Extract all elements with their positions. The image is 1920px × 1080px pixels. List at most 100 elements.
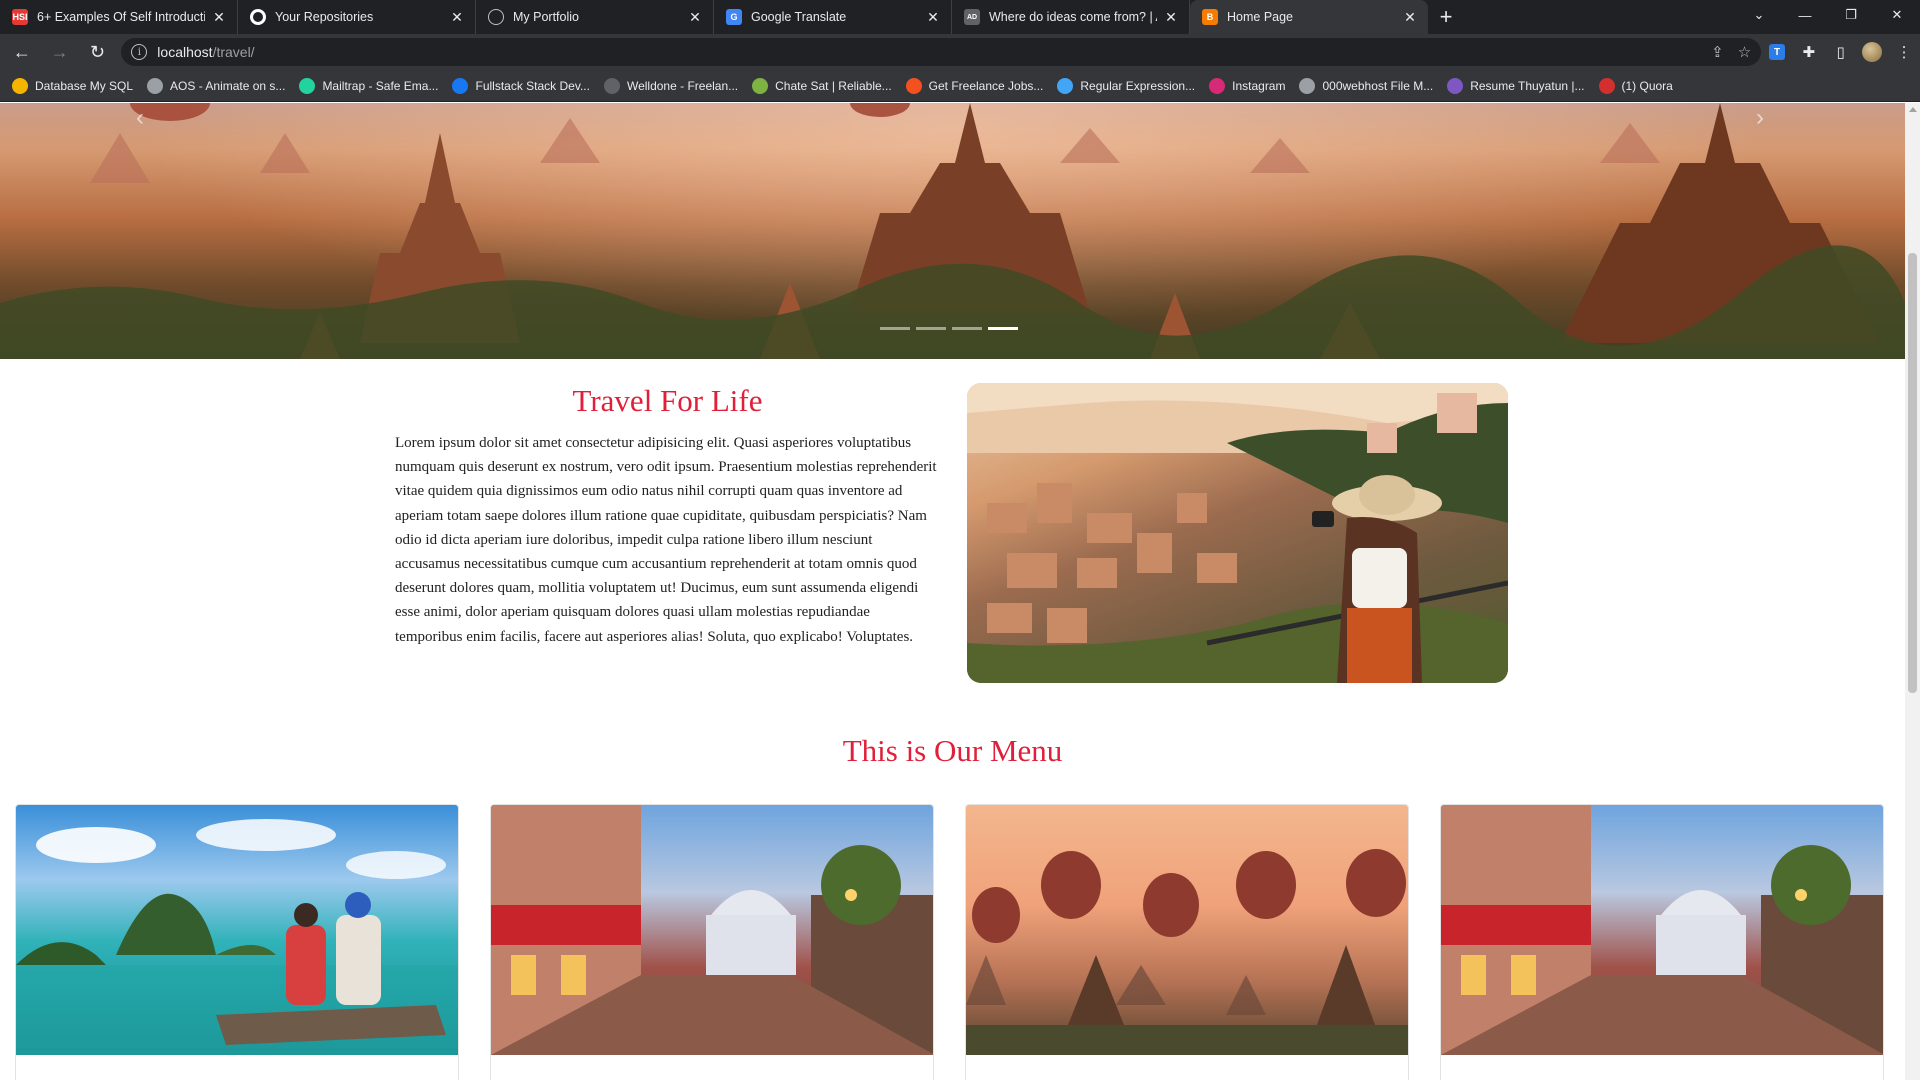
site-info-icon[interactable]: i: [131, 44, 148, 60]
menu-card-image: [491, 805, 933, 1055]
tab-portfolio[interactable]: My Portfolio ✕: [476, 0, 714, 34]
menu-cards: [15, 804, 1890, 1080]
carousel-indicator[interactable]: [916, 327, 946, 330]
bookmark-item[interactable]: Instagram: [1209, 77, 1285, 94]
side-panel-icon[interactable]: ▯: [1825, 36, 1857, 68]
tab-close-icon[interactable]: ✕: [211, 9, 227, 25]
scroll-up-icon[interactable]: [1909, 107, 1917, 112]
bookmark-item[interactable]: (1) Quora: [1598, 77, 1673, 94]
carousel-indicators: [880, 327, 1018, 330]
bookmark-favicon-icon: [1057, 77, 1074, 94]
tab-title: Your Repositories: [275, 10, 374, 24]
globe-icon: [488, 9, 504, 25]
bookmark-favicon-icon: [299, 77, 316, 94]
profile-avatar[interactable]: [1856, 36, 1888, 68]
menu-title: This is Our Menu: [842, 733, 1063, 768]
tab-close-icon[interactable]: ✕: [1163, 9, 1179, 25]
url-host: localhost: [157, 44, 213, 60]
tab-repositories[interactable]: Your Repositories ✕: [238, 0, 476, 34]
blogger-icon: B: [1202, 9, 1218, 25]
bookmark-label: Get Freelance Jobs...: [928, 78, 1044, 93]
about-section: Travel For Life Lorem ipsum dolor sit am…: [395, 383, 940, 649]
carousel-prev-button[interactable]: ‹: [120, 103, 160, 133]
tab-favicon-icon: HSI: [12, 9, 28, 25]
tab-close-icon[interactable]: ✕: [1402, 9, 1418, 25]
tab-home-page[interactable]: B Home Page ✕: [1190, 0, 1428, 34]
back-icon[interactable]: ←: [6, 36, 38, 68]
tab-title: My Portfolio: [513, 10, 579, 24]
forward-icon[interactable]: →: [44, 36, 76, 68]
carousel-next-button[interactable]: ›: [1740, 103, 1780, 133]
carousel-indicator[interactable]: [880, 327, 910, 330]
paris-street-image: [491, 805, 933, 1055]
bookmark-favicon-icon: [452, 77, 469, 94]
menu-card-image: [16, 805, 458, 1055]
window-close-icon[interactable]: ✕: [1874, 0, 1920, 30]
bookmark-label: Resume Thuyatun |...: [1470, 78, 1585, 93]
carousel-indicator[interactable]: [952, 327, 982, 330]
new-tab-button[interactable]: +: [1428, 0, 1464, 34]
minimize-icon[interactable]: —: [1782, 0, 1828, 30]
bookmark-item[interactable]: Chate Sat | Reliable...: [752, 77, 892, 94]
scrollbar-thumb[interactable]: [1908, 253, 1917, 693]
url-path: /travel/: [212, 44, 255, 60]
tab-title: 6+ Examples Of Self Introduction: [37, 10, 205, 24]
bookmark-item[interactable]: AOS - Animate on s...: [147, 77, 285, 94]
tab-strip: HSI 6+ Examples Of Self Introduction ✕ Y…: [0, 0, 1920, 34]
tab-self-introduction[interactable]: HSI 6+ Examples Of Self Introduction ✕: [0, 0, 238, 34]
extensions-puzzle-icon[interactable]: ✚: [1793, 36, 1825, 68]
window-controls: ⌄ — ❐ ✕: [1736, 0, 1920, 30]
bookmark-favicon-icon: [603, 77, 620, 94]
bookmark-item[interactable]: Database My SQL: [12, 77, 134, 94]
ad-icon: AD: [964, 9, 980, 25]
bookmark-item[interactable]: Resume Thuyatun |...: [1447, 77, 1585, 94]
bookmark-item[interactable]: Mailtrap - Safe Ema...: [299, 77, 438, 94]
bookmark-item[interactable]: Regular Expression...: [1057, 77, 1196, 94]
carousel-indicator-active[interactable]: [988, 327, 1018, 330]
tab-close-icon[interactable]: ✕: [687, 9, 703, 25]
bookmark-label: Fullstack Stack Dev...: [475, 78, 590, 93]
menu-card[interactable]: [15, 804, 459, 1080]
bookmark-item[interactable]: Fullstack Stack Dev...: [452, 77, 590, 94]
bookmark-favicon-icon: [1299, 77, 1316, 94]
bookmark-star-icon[interactable]: ☆: [1738, 43, 1751, 61]
tab-ideas[interactable]: AD Where do ideas come from? | AD ✕: [952, 0, 1190, 34]
balloons-temples-image: [966, 849, 1408, 1055]
bookmark-favicon-icon: [147, 77, 164, 94]
restore-icon[interactable]: ❐: [1828, 0, 1874, 30]
address-bar[interactable]: i localhost/travel/ ⇪ ☆: [121, 38, 1762, 66]
tab-title: Where do ideas come from? | AD: [989, 10, 1157, 24]
tab-google-translate[interactable]: G Google Translate ✕: [714, 0, 952, 34]
bookmark-favicon-icon: [1598, 77, 1615, 94]
bookmark-label: Welldone - Freelan...: [626, 78, 739, 93]
bookmark-label: (1) Quora: [1621, 78, 1673, 93]
page-scrollbar[interactable]: [1905, 103, 1920, 1080]
bookmark-item[interactable]: 000webhost File M...: [1299, 77, 1434, 94]
tab-title: Google Translate: [751, 10, 847, 24]
tab-search-icon[interactable]: ⌄: [1736, 0, 1782, 30]
menu-card[interactable]: [490, 804, 934, 1080]
hero-carousel: ‹ ›: [0, 103, 1905, 359]
github-icon: [250, 9, 266, 25]
bookmark-item[interactable]: Welldone - Freelan...: [603, 77, 739, 94]
menu-card[interactable]: [965, 804, 1409, 1080]
menu-icon[interactable]: ⋮: [1888, 36, 1920, 68]
page-viewport: ‹ › Travel For Life Lorem ipsum dolor si…: [0, 103, 1905, 1080]
coastal-village-traveler-image: [967, 383, 1508, 683]
bookmarks-bar: Database My SQL AOS - Animate on s... Mail…: [0, 70, 1920, 102]
tab-title: Home Page: [1227, 10, 1294, 24]
bookmark-favicon-icon: [905, 77, 922, 94]
bookmark-item[interactable]: Get Freelance Jobs...: [905, 77, 1044, 94]
menu-card-image: [966, 805, 1408, 1055]
about-title: Travel For Life: [572, 383, 763, 418]
bookmark-label: Regular Expression...: [1080, 78, 1196, 93]
bookmark-label: 000webhost File M...: [1322, 78, 1434, 93]
tab-close-icon[interactable]: ✕: [449, 9, 465, 25]
menu-card[interactable]: [1440, 804, 1884, 1080]
share-icon[interactable]: ⇪: [1711, 43, 1724, 61]
bookmark-label: Database My SQL: [35, 78, 134, 93]
bookmark-favicon-icon: [12, 77, 28, 94]
tab-close-icon[interactable]: ✕: [925, 9, 941, 25]
reload-icon[interactable]: ↻: [82, 36, 114, 68]
extension-icon[interactable]: T: [1761, 36, 1793, 68]
